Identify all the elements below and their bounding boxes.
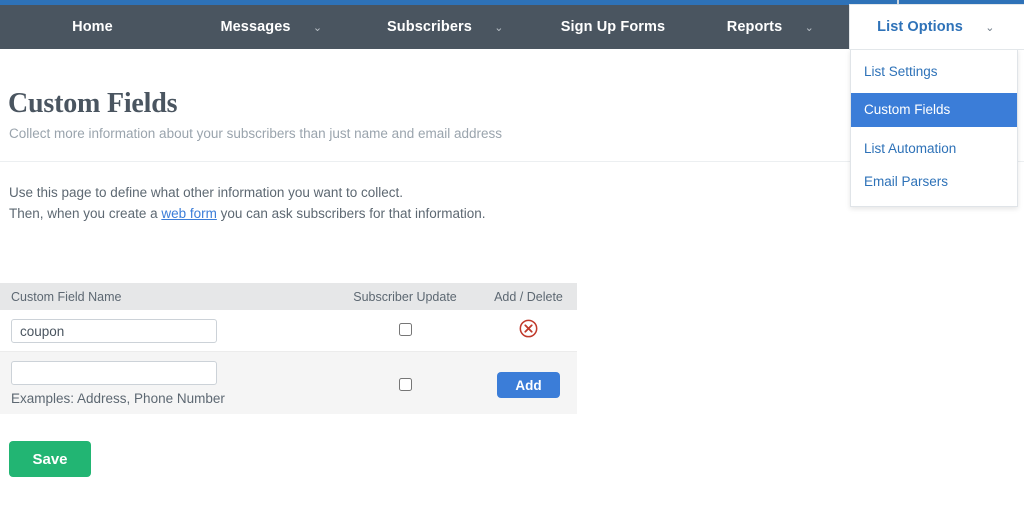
nav-item-label: Subscribers bbox=[387, 19, 472, 35]
intro-line-2-suffix: you can ask subscribers for that informa… bbox=[216, 205, 486, 221]
cell-add-delete: Add bbox=[480, 352, 577, 398]
column-header-add-delete: Add / Delete bbox=[494, 289, 563, 304]
dropdown-item-label: List Settings bbox=[864, 64, 938, 79]
nav-item-list-options[interactable]: List Options ⌄ bbox=[850, 5, 1024, 49]
intro-line-2-prefix: Then, when you create a bbox=[9, 205, 162, 221]
table-row bbox=[0, 310, 577, 352]
web-form-link[interactable]: web form bbox=[161, 206, 217, 221]
dropdown-item-label: Email Parsers bbox=[864, 174, 949, 189]
dropdown-item-label: List Automation bbox=[864, 141, 957, 156]
cell-field-name bbox=[0, 310, 330, 343]
cell-subscriber-update bbox=[330, 352, 480, 391]
save-button[interactable]: Save bbox=[9, 441, 91, 477]
intro-line-1: Use this page to define what other infor… bbox=[9, 185, 403, 200]
chevron-down-icon: ⌄ bbox=[985, 21, 995, 34]
nav-item-home[interactable]: Home bbox=[0, 5, 185, 49]
intro-line-2: Then, when you create a web form you can… bbox=[9, 204, 486, 225]
chevron-down-icon: ⌄ bbox=[804, 21, 814, 34]
nav-item-label: Reports bbox=[726, 19, 783, 35]
column-header-custom-field-name: Custom Field Name bbox=[11, 289, 122, 304]
nav-item-reports[interactable]: Reports ⌄ bbox=[693, 5, 850, 49]
cell-add-delete bbox=[480, 310, 577, 338]
nav-item-sign-up-forms[interactable]: Sign Up Forms bbox=[533, 5, 693, 49]
add-button[interactable]: Add bbox=[497, 372, 560, 398]
table-header-row: Custom Field Name Subscriber Update Add … bbox=[0, 283, 577, 310]
column-header-subscriber-update: Subscriber Update bbox=[353, 289, 457, 304]
field-examples-hint: Examples: Address, Phone Number bbox=[11, 391, 225, 406]
list-options-dropdown-menu: List Settings Custom Fields List Automat… bbox=[850, 49, 1018, 207]
dropdown-item-list-automation[interactable]: List Automation bbox=[851, 132, 1017, 165]
subscriber-update-checkbox[interactable] bbox=[398, 378, 412, 391]
chevron-down-icon: ⌄ bbox=[494, 21, 504, 34]
custom-fields-table: Custom Field Name Subscriber Update Add … bbox=[0, 283, 577, 414]
delete-circle-icon[interactable] bbox=[519, 319, 538, 338]
subscriber-update-checkbox[interactable] bbox=[398, 323, 412, 336]
dropdown-item-label: Custom Fields bbox=[864, 102, 951, 117]
custom-field-name-input[interactable] bbox=[11, 319, 217, 343]
new-custom-field-name-input[interactable] bbox=[11, 361, 217, 385]
nav-item-label: Home bbox=[72, 19, 113, 35]
nav-item-subscribers[interactable]: Subscribers ⌄ bbox=[360, 5, 533, 49]
dropdown-item-email-parsers[interactable]: Email Parsers bbox=[851, 165, 1017, 198]
nav-item-messages[interactable]: Messages ⌄ bbox=[185, 5, 360, 49]
page-subtitle: Collect more information about your subs… bbox=[9, 126, 502, 141]
dropdown-item-list-settings[interactable]: List Settings bbox=[851, 55, 1017, 88]
main-navigation: Home Messages ⌄ Subscribers ⌄ Sign Up Fo… bbox=[0, 5, 1024, 49]
cell-subscriber-update bbox=[330, 310, 480, 336]
cell-field-name: Examples: Address, Phone Number bbox=[0, 352, 330, 406]
table-row: Examples: Address, Phone Number Add bbox=[0, 352, 577, 414]
nav-item-label: Messages bbox=[220, 19, 291, 35]
nav-item-label: List Options bbox=[877, 19, 963, 35]
dropdown-item-custom-fields[interactable]: Custom Fields bbox=[851, 93, 1017, 127]
nav-item-label: Sign Up Forms bbox=[560, 19, 666, 35]
page-title: Custom Fields bbox=[8, 88, 178, 119]
intro-text: Use this page to define what other infor… bbox=[9, 183, 486, 224]
chevron-down-icon: ⌄ bbox=[312, 21, 323, 34]
